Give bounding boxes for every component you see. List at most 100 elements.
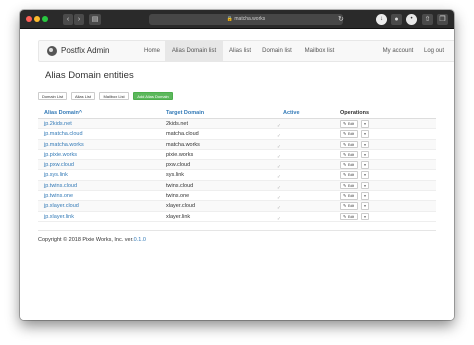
edit-button[interactable]: ✎ Edit <box>340 212 358 221</box>
edit-button[interactable]: ✎ Edit <box>340 120 358 128</box>
forward-arrow-icon[interactable]: › <box>74 14 84 25</box>
active-column-header[interactable]: Active <box>283 107 300 119</box>
reload-icon[interactable]: ↻ <box>338 14 344 25</box>
pencil-icon: ✎ <box>343 162 347 168</box>
table-body: jp.2kids.net 2kids.net ✓ ✎ Edit ▾ jp.matcha.cl… <box>38 119 436 222</box>
operations-dropdown-button[interactable]: ▾ <box>361 171 369 179</box>
operations-dropdown-button[interactable]: ▾ <box>361 150 369 159</box>
table-row: jp.2kids.net 2kids.net ✓ ✎ Edit ▾ <box>38 119 436 130</box>
nav-mailbox-list[interactable]: Mailbox list <box>297 41 342 61</box>
operations-dropdown-button[interactable]: ▾ <box>361 130 369 138</box>
caret-down-icon: ▾ <box>364 163 366 168</box>
browser-titlebar: ‹ › ▤ 🔒 matcha.works ↻ ↓ ● • ⇧ ❐ <box>20 10 454 29</box>
table-row: jp.xlayer.cloud xlayer.cloud ✓ ✎ Edit ▾ <box>38 201 436 212</box>
alias-domain-link[interactable]: jp.xlayer.cloud <box>44 201 79 211</box>
caret-down-icon: ▾ <box>364 204 366 209</box>
share-icon[interactable]: ⇧ <box>422 14 433 25</box>
edit-label: Edit <box>348 152 355 157</box>
target-domain-text: matcha.cloud <box>166 131 199 138</box>
version-link[interactable]: 0.1.0 <box>134 237 146 243</box>
table-row: jp.twins.cloud twins.cloud ✓ ✎ Edit ▾ <box>38 180 436 192</box>
alias-domain-link[interactable]: jp.xlayer.link <box>44 212 74 222</box>
page-content: Postfix Admin Home Alias Domain list Ali… <box>20 29 454 320</box>
edit-label: Edit <box>348 142 355 147</box>
edit-button[interactable]: ✎ Edit <box>340 161 358 169</box>
edit-button[interactable]: ✎ Edit <box>340 130 358 138</box>
browser-window: ‹ › ▤ 🔒 matcha.works ↻ ↓ ● • ⇧ ❐ Postfix… <box>20 10 454 320</box>
footer: Copyright © 2018 Pixie Works, Inc. ver.0… <box>38 236 146 244</box>
sidebar-toggle-icon[interactable]: ▤ <box>89 14 101 25</box>
edit-label: Edit <box>348 173 355 178</box>
mailbox-list-button[interactable]: Mailbox List <box>99 92 129 100</box>
extension-icon[interactable]: ● <box>391 14 402 25</box>
active-check-icon: ✓ <box>277 215 281 221</box>
alias-domain-link[interactable]: jp.pxw.cloud <box>44 160 74 170</box>
minimize-window-button[interactable] <box>34 16 40 22</box>
address-bar-url: matcha.works <box>234 16 266 22</box>
edit-button[interactable]: ✎ Edit <box>340 202 358 210</box>
table-row: jp.matcha.cloud matcha.cloud ✓ ✎ Edit ▾ <box>38 129 436 140</box>
copyright-text: Copyright © 2018 Pixie Works, Inc. ver. <box>38 237 134 243</box>
operations-dropdown-button[interactable]: ▾ <box>361 212 369 221</box>
alias-domain-link[interactable]: jp.pixie.works <box>44 150 77 160</box>
edit-button[interactable]: ✎ Edit <box>340 181 358 190</box>
caret-down-icon: ▾ <box>364 173 366 178</box>
table-row: jp.pixie.works pixie.works ✓ ✎ Edit ▾ <box>38 150 436 161</box>
operations-dropdown-button[interactable]: ▾ <box>361 192 369 200</box>
edit-label: Edit <box>348 183 355 188</box>
alias-domain-link[interactable]: jp.sys.link <box>44 170 68 180</box>
nav-home[interactable]: Home <box>139 41 165 61</box>
nav-domain-list[interactable]: Domain list <box>257 41 297 61</box>
caret-down-icon: ▾ <box>364 142 366 147</box>
operations-dropdown-button[interactable]: ▾ <box>361 181 369 190</box>
table-row: jp.sys.link sys.link ✓ ✎ Edit ▾ <box>38 170 436 181</box>
alias-domain-link[interactable]: jp.twins.one <box>44 191 73 201</box>
target-domain-text: xlayer.cloud <box>166 203 196 210</box>
nav-alias-list[interactable]: Alias list <box>223 41 257 61</box>
nav-log-out[interactable]: Log out <box>419 41 449 61</box>
caret-down-icon: ▾ <box>364 183 366 188</box>
domain-list-button[interactable]: Domain List <box>38 92 67 100</box>
sort-ascending-icon: ^ <box>78 110 83 116</box>
pencil-icon: ✎ <box>343 141 347 147</box>
edit-button[interactable]: ✎ Edit <box>340 171 358 179</box>
alias-domain-link[interactable]: jp.matcha.cloud <box>44 129 83 139</box>
alias-domain-link[interactable]: jp.matcha.works <box>44 140 84 150</box>
target-domain-column-header[interactable]: Target Domain <box>166 107 204 119</box>
operations-dropdown-button[interactable]: ▾ <box>361 161 369 169</box>
back-arrow-icon[interactable]: ‹ <box>63 14 73 25</box>
nav-alias-domain-list[interactable]: Alias Domain list <box>165 41 223 61</box>
address-bar[interactable]: 🔒 matcha.works <box>149 14 343 25</box>
alias-domain-link[interactable]: jp.2kids.net <box>44 119 72 129</box>
alias-domain-column-header[interactable]: Alias Domain^ <box>44 107 82 119</box>
maximize-window-button[interactable] <box>42 16 48 22</box>
operations-dropdown-button[interactable]: ▾ <box>361 140 369 149</box>
table-row: jp.twins.one twins.one ✓ ✎ Edit ▾ <box>38 191 436 202</box>
page-title: Alias Domain entities <box>45 70 134 81</box>
lock-icon: 🔒 <box>226 16 233 22</box>
alias-domain-table: Alias Domain^ Target Domain Active Opera… <box>38 107 436 222</box>
edit-button[interactable]: ✎ Edit <box>340 192 358 200</box>
alias-list-button[interactable]: Alias List <box>71 92 95 100</box>
caret-down-icon: ▾ <box>364 132 366 137</box>
pencil-icon: ✎ <box>343 193 347 199</box>
brand-title[interactable]: Postfix Admin <box>61 45 109 57</box>
operations-dropdown-button[interactable]: ▾ <box>361 202 369 210</box>
target-domain-text: pxw.cloud <box>166 162 191 169</box>
downloads-icon[interactable]: ↓ <box>376 14 387 25</box>
target-domain-text: twins.cloud <box>166 182 194 189</box>
footer-divider <box>38 230 436 231</box>
caret-down-icon: ▾ <box>364 152 366 157</box>
operations-dropdown-button[interactable]: ▾ <box>361 120 369 128</box>
pencil-icon: ✎ <box>343 203 347 209</box>
tabs-overview-icon[interactable]: ❐ <box>437 14 448 25</box>
add-alias-domain-button[interactable]: Add Alias Domain <box>133 92 173 100</box>
edit-label: Edit <box>348 204 355 209</box>
edit-button[interactable]: ✎ Edit <box>340 150 358 159</box>
brand-logo-icon[interactable] <box>47 46 57 56</box>
close-window-button[interactable] <box>26 16 32 22</box>
extension-badge-icon[interactable]: • <box>406 14 417 25</box>
nav-my-account[interactable]: My account <box>379 41 417 61</box>
edit-button[interactable]: ✎ Edit <box>340 140 358 149</box>
alias-domain-link[interactable]: jp.twins.cloud <box>44 181 77 191</box>
